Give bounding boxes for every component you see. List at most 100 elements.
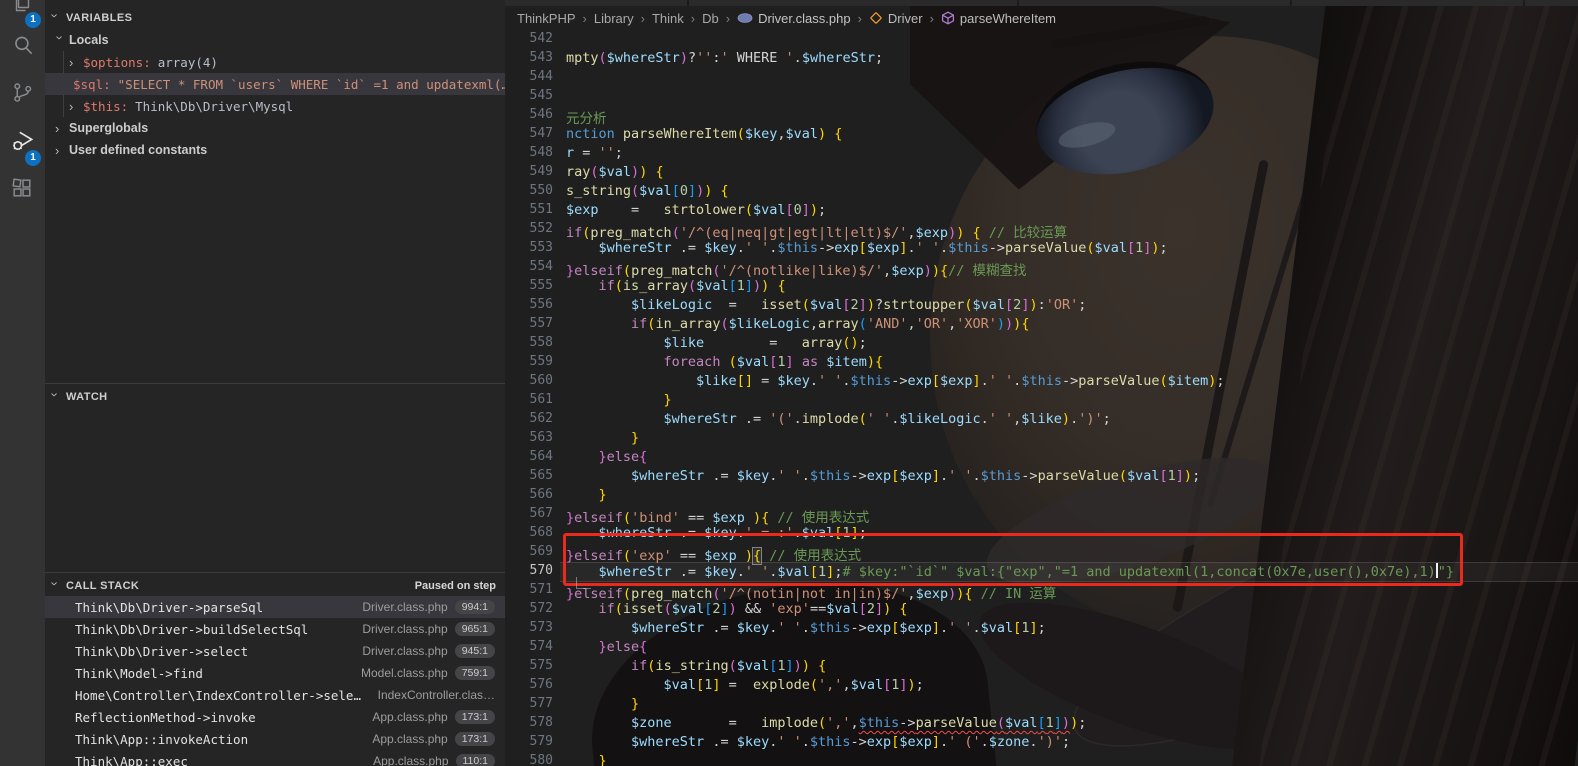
gutter-line-number[interactable]: 574 — [505, 639, 553, 654]
code-line[interactable]: 579 $whereStr .= $key.' '.$this->exp[$ex… — [505, 734, 1578, 753]
code-line[interactable]: 578 $zone = implode(',',$this->parseValu… — [505, 715, 1578, 734]
code-line[interactable]: 571}elseif(preg_match('/^(notin|not in|i… — [505, 582, 1578, 602]
code-line[interactable]: 547 nction parseWhereItem($key,$val) { — [505, 126, 1578, 145]
call-stack-frame[interactable]: Think\Db\Driver->parseSql Driver.class.ph… — [45, 596, 505, 618]
variable-row[interactable]: › $this: Think\Db\Driver\Mysql — [45, 95, 505, 117]
gutter-line-number[interactable]: 549 — [505, 164, 553, 179]
call-stack-frame[interactable]: Think\Db\Driver->buildSelectSql Driver.cl… — [45, 618, 505, 640]
gutter-line-number[interactable]: 576 — [505, 677, 553, 692]
activity-explorer[interactable]: 1 — [0, 0, 45, 28]
gutter-line-number[interactable]: 556 — [505, 297, 553, 312]
activity-extensions[interactable] — [0, 170, 45, 212]
code-line[interactable]: 580 } — [505, 753, 1578, 766]
editor-pane[interactable]: ThinkPHP › Library › Think › Db › Driver.class.… — [505, 0, 1578, 766]
code-line[interactable]: 552 if(preg_match('/^(eq|neq|gt|egt|lt|el… — [505, 221, 1578, 241]
code-line[interactable]: 553 $whereStr .= $key.' '.$this->exp[$ex… — [505, 240, 1578, 259]
call-stack-frame[interactable]: Home\Controller\IndexController->select I… — [45, 684, 505, 706]
gutter-line-number[interactable]: 560 — [505, 373, 553, 388]
call-stack-frame[interactable]: Think\Model->find Model.class.php 759:1 — [45, 662, 505, 684]
gutter-line-number[interactable]: 569 — [505, 544, 553, 559]
code-line[interactable]: 568 $whereStr .= $key.' = :'.$val[1]; — [505, 525, 1578, 544]
gutter-line-number[interactable]: 564 — [505, 449, 553, 464]
code-line[interactable]: 566 } — [505, 487, 1578, 506]
gutter-line-number[interactable]: 577 — [505, 696, 553, 711]
gutter-line-number[interactable]: 544 — [505, 69, 553, 84]
code-line[interactable]: 573 $whereStr .= $key.' '.$this->exp[$ex… — [505, 620, 1578, 639]
gutter-line-number[interactable]: 579 — [505, 734, 553, 749]
gutter-line-number[interactable]: 554 — [505, 259, 553, 274]
breadcrumb-item[interactable]: Think — [652, 11, 684, 26]
breadcrumb-method[interactable]: parseWhereItem — [960, 11, 1056, 26]
activity-run-debug[interactable]: 1 — [0, 122, 45, 166]
code-line[interactable]: 572 if(isset($val[2]) && 'exp'==$val[2])… — [505, 601, 1578, 620]
code-line[interactable]: 546 元分析 — [505, 107, 1578, 127]
code-line[interactable]: 551 $exp = strtolower($val[0]); — [505, 202, 1578, 221]
code-line[interactable]: 565 $whereStr .= $key.' '.$this->exp[$ex… — [505, 468, 1578, 487]
code-line[interactable]: 555 if(is_array($val[1])) { — [505, 278, 1578, 297]
gutter-line-number[interactable]: 572 — [505, 601, 553, 616]
variables-section-header[interactable]: › VARIABLES — [45, 7, 505, 29]
gutter-line-number[interactable]: 543 — [505, 50, 553, 65]
code-line[interactable]: 562 $whereStr .= '('.implode(' '.$likeLo… — [505, 411, 1578, 430]
code-line[interactable]: 542 — [505, 31, 1578, 50]
gutter-line-number[interactable]: 575 — [505, 658, 553, 673]
gutter-line-number[interactable]: 548 — [505, 145, 553, 160]
gutter-line-number[interactable]: 562 — [505, 411, 553, 426]
activity-source-control[interactable] — [0, 74, 45, 116]
gutter-line-number[interactable]: 573 — [505, 620, 553, 635]
code-line[interactable]: 570 $whereStr .= $key.' '.$val[1];# $key… — [505, 563, 1578, 582]
gutter-line-number[interactable]: 552 — [505, 221, 553, 236]
scope-user-defined-constants[interactable]: › User defined constants — [45, 139, 505, 161]
gutter-line-number[interactable]: 570 — [505, 563, 553, 578]
code-line[interactable]: 557 if(in_array($likeLogic,array('AND','… — [505, 316, 1578, 335]
gutter-line-number[interactable]: 557 — [505, 316, 553, 331]
call-stack-frame[interactable]: Think\Db\Driver->select Driver.class.php 9… — [45, 640, 505, 662]
gutter-line-number[interactable]: 551 — [505, 202, 553, 217]
code-line[interactable]: 569}elseif('exp' == $exp ){ // 使用表达式 — [505, 544, 1578, 565]
code-line[interactable]: 559 foreach ($val[1] as $item){ — [505, 354, 1578, 373]
code-line[interactable]: 560 $like[] = $key.' '.$this->exp[$exp].… — [505, 373, 1578, 392]
gutter-line-number[interactable]: 568 — [505, 525, 553, 540]
code-line[interactable]: 567}elseif('bind' == $exp ){ // 使用表达式 — [505, 506, 1578, 526]
gutter-line-number[interactable]: 553 — [505, 240, 553, 255]
watch-section-header[interactable]: › WATCH — [45, 386, 505, 408]
code-line[interactable]: 549 ray($val)) { — [505, 164, 1578, 183]
code-line[interactable]: 543 mpty($whereStr)?'':' WHERE '.$whereSt… — [505, 50, 1578, 69]
gutter-line-number[interactable]: 546 — [505, 107, 553, 122]
code-line[interactable]: 558 $like = array(); — [505, 335, 1578, 354]
code-area[interactable]: 542 543 mpty($whereStr)?'':' WHERE '.$wher… — [505, 30, 1578, 766]
code-line[interactable]: 545 — [505, 88, 1578, 107]
code-line[interactable]: 554}elseif(preg_match('/^(notlike|like)$… — [505, 259, 1578, 279]
gutter-line-number[interactable]: 545 — [505, 88, 553, 103]
variable-row[interactable]: › $options: array(4) — [45, 51, 505, 73]
breadcrumb[interactable]: ThinkPHP › Library › Think › Db › Driver.class.… — [505, 6, 1578, 30]
breadcrumb-item[interactable]: ThinkPHP — [517, 11, 576, 26]
breadcrumb-class[interactable]: Driver — [888, 11, 923, 26]
code-line[interactable]: 548 r = ''; — [505, 145, 1578, 164]
code-line[interactable]: 561 } — [505, 392, 1578, 411]
code-line[interactable]: 564 }else{ — [505, 449, 1578, 468]
code-line[interactable]: 556 $likeLogic = isset($val[2])?strtoupp… — [505, 297, 1578, 316]
call-stack-section-header[interactable]: › CALL STACK Paused on step — [45, 575, 505, 597]
call-stack-frame[interactable]: Think\App::invokeAction App.class.php 173:… — [45, 728, 505, 750]
activity-search[interactable] — [0, 26, 45, 68]
gutter-line-number[interactable]: 555 — [505, 278, 553, 293]
code-line[interactable]: 563 } — [505, 430, 1578, 449]
breadcrumb-item[interactable]: Db — [702, 11, 719, 26]
code-line[interactable]: 576 $val[1] = explode(',',$val[1]); — [505, 677, 1578, 696]
gutter-line-number[interactable]: 550 — [505, 183, 553, 198]
gutter-line-number[interactable]: 561 — [505, 392, 553, 407]
scope-superglobals[interactable]: › Superglobals — [45, 117, 505, 139]
breadcrumb-file[interactable]: Driver.class.php — [758, 11, 850, 26]
gutter-line-number[interactable]: 578 — [505, 715, 553, 730]
gutter-line-number[interactable]: 547 — [505, 126, 553, 141]
gutter-line-number[interactable]: 571 — [505, 582, 553, 597]
breadcrumb-item[interactable]: Library — [594, 11, 634, 26]
code-line[interactable]: 574 }else{ — [505, 639, 1578, 658]
code-line[interactable]: 575 if(is_string($val[1])) { — [505, 658, 1578, 677]
code-line[interactable]: 577 } — [505, 696, 1578, 715]
call-stack-frame[interactable]: Think\App::exec App.class.php 110:1 — [45, 750, 505, 766]
call-stack-frame[interactable]: ReflectionMethod->invoke App.class.php 173… — [45, 706, 505, 728]
gutter-line-number[interactable]: 563 — [505, 430, 553, 445]
variable-row[interactable]: $sql: "SELECT * FROM `users` WHERE `id` =… — [45, 73, 505, 95]
